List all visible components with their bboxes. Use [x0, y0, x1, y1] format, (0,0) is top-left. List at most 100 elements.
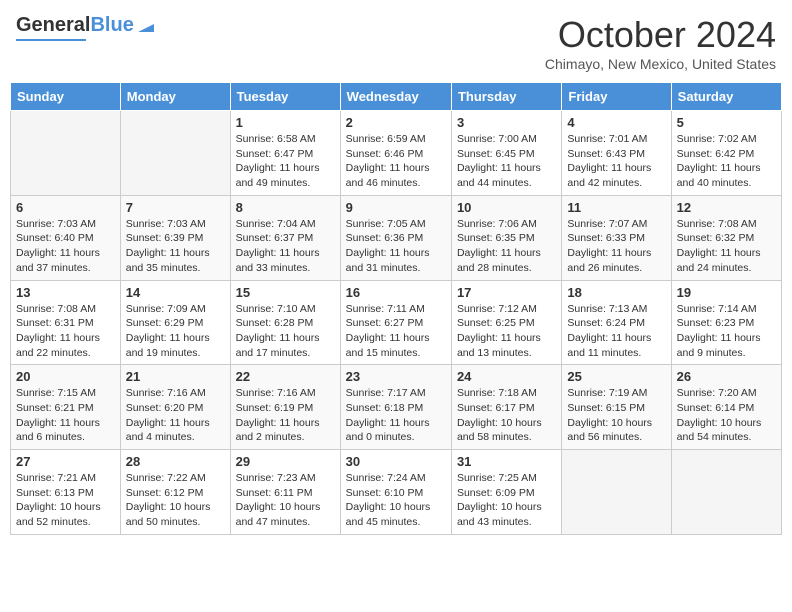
day-header-tuesday: Tuesday	[230, 83, 340, 111]
day-info: Sunrise: 7:16 AM Sunset: 6:20 PM Dayligh…	[126, 386, 225, 445]
day-number: 18	[567, 285, 665, 300]
day-number: 22	[236, 369, 335, 384]
calendar-cell: 7 Sunrise: 7:03 AM Sunset: 6:39 PM Daylig…	[120, 195, 230, 280]
page-header: General Blue October 2024 Chimayo, New M…	[10, 10, 782, 76]
day-info: Sunrise: 7:03 AM Sunset: 6:40 PM Dayligh…	[16, 217, 115, 276]
day-info: Sunrise: 7:11 AM Sunset: 6:27 PM Dayligh…	[346, 302, 446, 361]
month-title: October 2024	[545, 14, 776, 56]
day-number: 5	[677, 115, 776, 130]
day-info: Sunrise: 7:19 AM Sunset: 6:15 PM Dayligh…	[567, 386, 665, 445]
day-info: Sunrise: 7:08 AM Sunset: 6:32 PM Dayligh…	[677, 217, 776, 276]
logo: General Blue	[16, 14, 156, 41]
calendar-header-row: SundayMondayTuesdayWednesdayThursdayFrid…	[11, 83, 782, 111]
day-number: 24	[457, 369, 556, 384]
location: Chimayo, New Mexico, United States	[545, 56, 776, 72]
day-number: 15	[236, 285, 335, 300]
day-info: Sunrise: 7:20 AM Sunset: 6:14 PM Dayligh…	[677, 386, 776, 445]
day-info: Sunrise: 7:17 AM Sunset: 6:18 PM Dayligh…	[346, 386, 446, 445]
calendar-cell: 28Sunrise: 7:22 AM Sunset: 6:12 PM Dayli…	[120, 450, 230, 535]
calendar-week-row: 1 Sunrise: 6:58 AM Sunset: 6:47 PM Daylig…	[11, 111, 782, 196]
calendar-cell: 27 Sunrise: 7:21 AM Sunset: 6:13 PM Dayli…	[11, 450, 121, 535]
day-number: 25	[567, 369, 665, 384]
calendar-cell: 16 Sunrise: 7:11 AM Sunset: 6:27 PM Dayli…	[340, 280, 451, 365]
calendar-cell: 9 Sunrise: 7:05 AM Sunset: 6:36 PM Daylig…	[340, 195, 451, 280]
day-info: Sunrise: 7:24 AM Sunset: 6:10 PM Dayligh…	[346, 471, 446, 530]
calendar-table: SundayMondayTuesdayWednesdayThursdayFrid…	[10, 82, 782, 535]
day-number: 9	[346, 200, 446, 215]
logo-blue: Blue	[90, 14, 133, 37]
day-header-monday: Monday	[120, 83, 230, 111]
day-number: 4	[567, 115, 665, 130]
day-info: Sunrise: 7:16 AM Sunset: 6:19 PM Dayligh…	[236, 386, 335, 445]
day-info: Sunrise: 7:03 AM Sunset: 6:39 PM Dayligh…	[126, 217, 225, 276]
day-info: Sunrise: 7:05 AM Sunset: 6:36 PM Dayligh…	[346, 217, 446, 276]
day-info: Sunrise: 7:21 AM Sunset: 6:13 PM Dayligh…	[16, 471, 115, 530]
calendar-cell: 5 Sunrise: 7:02 AM Sunset: 6:42 PM Daylig…	[671, 111, 781, 196]
day-info: Sunrise: 6:58 AM Sunset: 6:47 PM Dayligh…	[236, 132, 335, 191]
day-info: Sunrise: 7:01 AM Sunset: 6:43 PM Dayligh…	[567, 132, 665, 191]
calendar-cell: 12 Sunrise: 7:08 AM Sunset: 6:32 PM Dayli…	[671, 195, 781, 280]
calendar-cell: 31Sunrise: 7:25 AM Sunset: 6:09 PM Dayli…	[451, 450, 561, 535]
day-number: 7	[126, 200, 225, 215]
day-header-wednesday: Wednesday	[340, 83, 451, 111]
day-number: 11	[567, 200, 665, 215]
logo-icon	[136, 14, 156, 34]
calendar-cell: 24Sunrise: 7:18 AM Sunset: 6:17 PM Dayli…	[451, 365, 561, 450]
title-block: October 2024 Chimayo, New Mexico, United…	[545, 14, 776, 72]
day-info: Sunrise: 7:23 AM Sunset: 6:11 PM Dayligh…	[236, 471, 335, 530]
day-info: Sunrise: 7:00 AM Sunset: 6:45 PM Dayligh…	[457, 132, 556, 191]
day-number: 2	[346, 115, 446, 130]
calendar-cell: 10Sunrise: 7:06 AM Sunset: 6:35 PM Dayli…	[451, 195, 561, 280]
calendar-cell: 20 Sunrise: 7:15 AM Sunset: 6:21 PM Dayli…	[11, 365, 121, 450]
day-number: 12	[677, 200, 776, 215]
day-number: 14	[126, 285, 225, 300]
calendar-cell: 25 Sunrise: 7:19 AM Sunset: 6:15 PM Dayli…	[562, 365, 671, 450]
calendar-cell: 6 Sunrise: 7:03 AM Sunset: 6:40 PM Daylig…	[11, 195, 121, 280]
day-number: 29	[236, 454, 335, 469]
calendar-cell: 21Sunrise: 7:16 AM Sunset: 6:20 PM Dayli…	[120, 365, 230, 450]
calendar-cell: 29 Sunrise: 7:23 AM Sunset: 6:11 PM Dayli…	[230, 450, 340, 535]
day-number: 13	[16, 285, 115, 300]
calendar-week-row: 13 Sunrise: 7:08 AM Sunset: 6:31 PM Dayli…	[11, 280, 782, 365]
day-number: 26	[677, 369, 776, 384]
day-number: 1	[236, 115, 335, 130]
day-number: 6	[16, 200, 115, 215]
day-info: Sunrise: 7:08 AM Sunset: 6:31 PM Dayligh…	[16, 302, 115, 361]
logo-general: General	[16, 14, 90, 37]
calendar-cell: 13 Sunrise: 7:08 AM Sunset: 6:31 PM Dayli…	[11, 280, 121, 365]
day-number: 19	[677, 285, 776, 300]
day-info: Sunrise: 6:59 AM Sunset: 6:46 PM Dayligh…	[346, 132, 446, 191]
calendar-cell: 30Sunrise: 7:24 AM Sunset: 6:10 PM Dayli…	[340, 450, 451, 535]
day-number: 20	[16, 369, 115, 384]
day-info: Sunrise: 7:10 AM Sunset: 6:28 PM Dayligh…	[236, 302, 335, 361]
calendar-cell: 23Sunrise: 7:17 AM Sunset: 6:18 PM Dayli…	[340, 365, 451, 450]
day-number: 16	[346, 285, 446, 300]
calendar-cell	[562, 450, 671, 535]
calendar-cell	[671, 450, 781, 535]
calendar-week-row: 27 Sunrise: 7:21 AM Sunset: 6:13 PM Dayli…	[11, 450, 782, 535]
calendar-cell: 14Sunrise: 7:09 AM Sunset: 6:29 PM Dayli…	[120, 280, 230, 365]
day-number: 8	[236, 200, 335, 215]
calendar-cell: 22 Sunrise: 7:16 AM Sunset: 6:19 PM Dayli…	[230, 365, 340, 450]
calendar-cell: 11 Sunrise: 7:07 AM Sunset: 6:33 PM Dayli…	[562, 195, 671, 280]
calendar-week-row: 6 Sunrise: 7:03 AM Sunset: 6:40 PM Daylig…	[11, 195, 782, 280]
calendar-cell: 2 Sunrise: 6:59 AM Sunset: 6:46 PM Daylig…	[340, 111, 451, 196]
day-info: Sunrise: 7:07 AM Sunset: 6:33 PM Dayligh…	[567, 217, 665, 276]
calendar-cell: 3 Sunrise: 7:00 AM Sunset: 6:45 PM Daylig…	[451, 111, 561, 196]
calendar-cell: 8Sunrise: 7:04 AM Sunset: 6:37 PM Daylig…	[230, 195, 340, 280]
calendar-cell: 26 Sunrise: 7:20 AM Sunset: 6:14 PM Dayli…	[671, 365, 781, 450]
calendar-cell: 17Sunrise: 7:12 AM Sunset: 6:25 PM Dayli…	[451, 280, 561, 365]
day-info: Sunrise: 7:15 AM Sunset: 6:21 PM Dayligh…	[16, 386, 115, 445]
day-info: Sunrise: 7:12 AM Sunset: 6:25 PM Dayligh…	[457, 302, 556, 361]
day-number: 3	[457, 115, 556, 130]
day-number: 27	[16, 454, 115, 469]
day-info: Sunrise: 7:22 AM Sunset: 6:12 PM Dayligh…	[126, 471, 225, 530]
day-info: Sunrise: 7:13 AM Sunset: 6:24 PM Dayligh…	[567, 302, 665, 361]
calendar-cell	[11, 111, 121, 196]
calendar-cell: 15 Sunrise: 7:10 AM Sunset: 6:28 PM Dayli…	[230, 280, 340, 365]
day-info: Sunrise: 7:02 AM Sunset: 6:42 PM Dayligh…	[677, 132, 776, 191]
calendar-cell: 1 Sunrise: 6:58 AM Sunset: 6:47 PM Daylig…	[230, 111, 340, 196]
day-header-saturday: Saturday	[671, 83, 781, 111]
day-header-friday: Friday	[562, 83, 671, 111]
day-info: Sunrise: 7:25 AM Sunset: 6:09 PM Dayligh…	[457, 471, 556, 530]
